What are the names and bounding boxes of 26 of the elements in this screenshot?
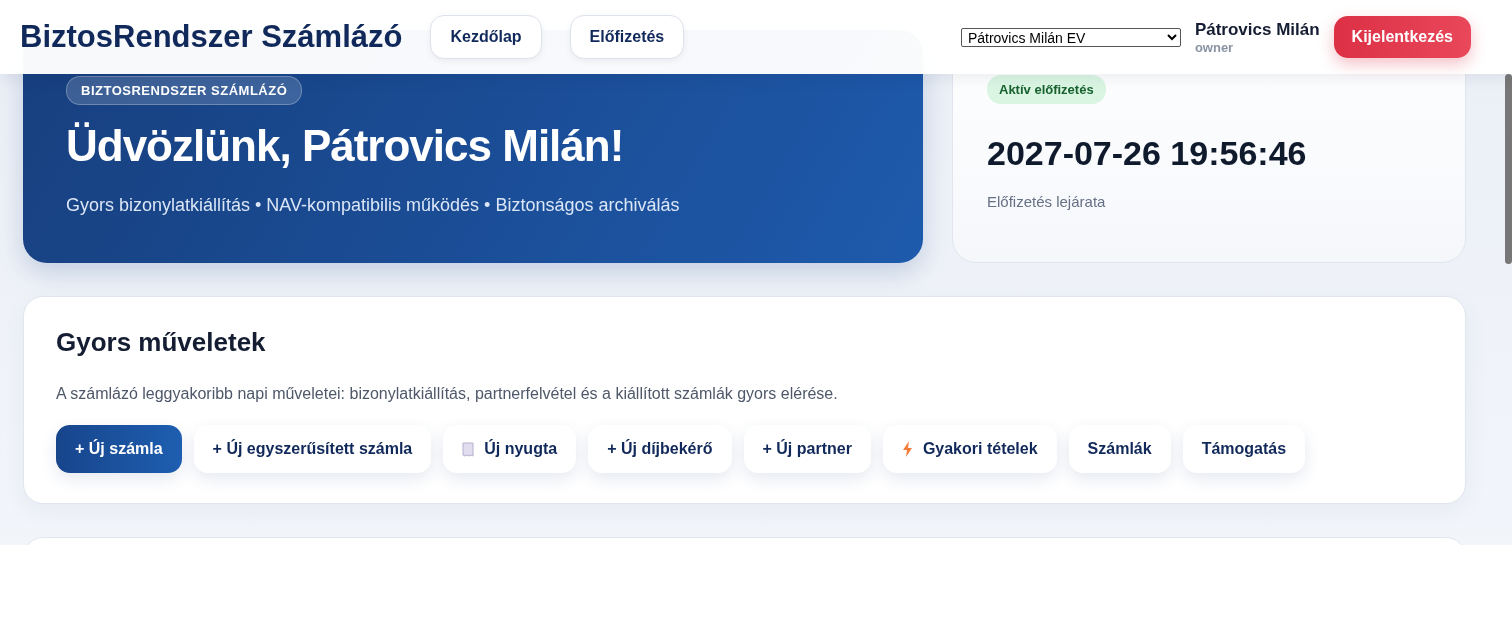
action-button[interactable]: Új nyugta — [443, 425, 577, 473]
hero-badge: BIZTOSRENDSZER SZÁMLÁZÓ — [66, 76, 303, 105]
company-select[interactable]: Pátrovics Milán EV — [960, 27, 1181, 47]
scrollbar[interactable] — [1505, 74, 1512, 264]
action-button[interactable]: Számlák — [1068, 425, 1171, 473]
nav-button[interactable]: Előfizetés — [569, 15, 685, 59]
logout-button[interactable]: Kijelentkezés — [1333, 16, 1471, 58]
user-name: Pátrovics Milán — [1194, 19, 1320, 40]
action-button[interactable]: + Új díjbekérő — [588, 425, 732, 473]
receipt-icon — [462, 441, 475, 457]
status-badge: Aktív előfizetés — [987, 75, 1106, 104]
hero-subtitle: Gyors bizonylatkiállítás • NAV-kompatibilis működés • Biztonságos archiválás — [66, 195, 681, 216]
app-logo[interactable]: BiztosRendszer Számlázó — [20, 19, 403, 55]
action-button[interactable]: Támogatás — [1182, 425, 1306, 473]
user-role: owner — [1194, 39, 1235, 55]
lightning-icon — [901, 441, 913, 457]
expiry-label: Előfizetés lejárata — [987, 193, 1106, 210]
action-button[interactable]: + Új egyszerűsített számla — [193, 425, 432, 473]
action-button[interactable]: + Új partner — [743, 425, 871, 473]
action-button[interactable]: + Új számla — [56, 425, 182, 473]
action-button[interactable]: Gyakori tételek — [882, 425, 1057, 473]
section-description: A számlázó leggyakoribb napi műveletei: bizonylatkiállítás, partnerfelvétel és a kiállított számlák gyors elérése. — [56, 385, 839, 403]
nav-button[interactable]: Kezdőlap — [430, 15, 542, 59]
welcome-title: Üdvözlünk, Pátrovics Milán! — [66, 121, 625, 171]
section-title: Gyors műveletek — [56, 327, 267, 358]
expiry-date: 2027-07-26 19:56:46 — [987, 134, 1307, 173]
